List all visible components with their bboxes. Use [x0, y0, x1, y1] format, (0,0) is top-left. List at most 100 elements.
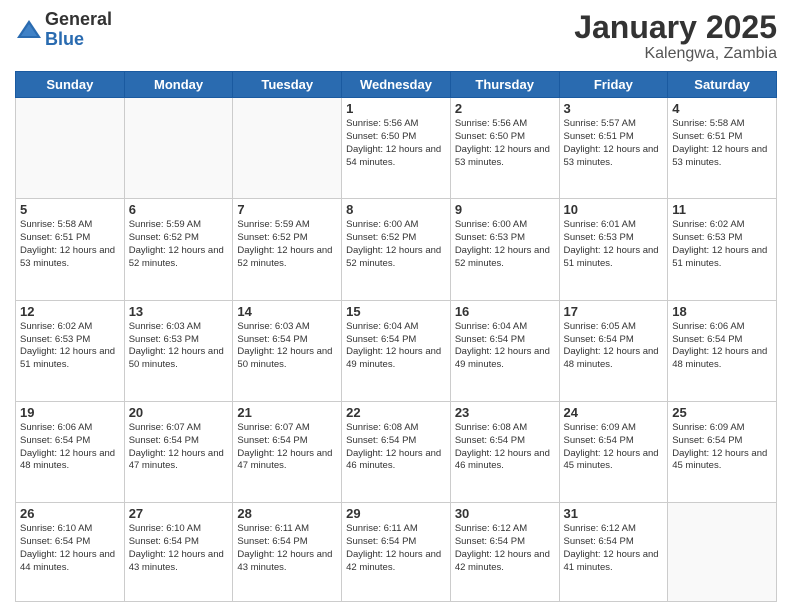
day-number: 11: [672, 202, 772, 217]
day-info: Sunrise: 6:03 AM Sunset: 6:54 PM Dayligh…: [237, 321, 337, 372]
day-cell: 16 Sunrise: 6:04 AM Sunset: 6:54 PM Dayli…: [450, 300, 559, 401]
day-cell: 3 Sunrise: 5:57 AM Sunset: 6:51 PM Daylig…: [559, 98, 668, 199]
day-info: Sunrise: 5:56 AM Sunset: 6:50 PM Dayligh…: [346, 118, 446, 169]
day-number: 12: [20, 304, 120, 319]
day-cell: 11Sunrise: 6:02 AM Sunset: 6:53 PM Dayli…: [668, 199, 777, 300]
day-cell: 12 Sunrise: 6:02 AM Sunset: 6:53 PM Dayli…: [16, 300, 125, 401]
day-number: 19: [20, 405, 120, 420]
day-info: Sunrise: 6:11 AM Sunset: 6:54 PM Dayligh…: [346, 523, 446, 574]
day-cell: 13 Sunrise: 6:03 AM Sunset: 6:53 PM Dayli…: [124, 300, 233, 401]
day-number: 13: [129, 304, 229, 319]
day-cell: 7Sunrise: 5:59 AM Sunset: 6:52 PM Daylig…: [233, 199, 342, 300]
weekday-header-tuesday: Tuesday: [233, 72, 342, 98]
title-area: January 2025 Kalengwa, Zambia: [574, 10, 777, 63]
day-info: Sunrise: 6:06 AM Sunset: 6:54 PM Dayligh…: [20, 422, 120, 473]
day-info: Sunrise: 6:11 AM Sunset: 6:54 PM Dayligh…: [237, 523, 337, 574]
logo: General Blue: [15, 10, 112, 50]
day-number: 5: [20, 202, 120, 217]
day-number: 31: [564, 506, 664, 521]
day-cell: 1 Sunrise: 5:56 AM Sunset: 6:50 PM Daylig…: [342, 98, 451, 199]
logo-icon: [15, 16, 43, 44]
day-number: 6: [129, 202, 229, 217]
day-info: Sunrise: 5:58 AM Sunset: 6:51 PM Dayligh…: [20, 219, 120, 270]
day-number: 9: [455, 202, 555, 217]
day-info: Sunrise: 6:07 AM Sunset: 6:54 PM Dayligh…: [237, 422, 337, 473]
day-cell: 26 Sunrise: 6:10 AM Sunset: 6:54 PM Dayli…: [16, 503, 125, 602]
day-number: 3: [564, 101, 664, 116]
week-row-2: 5 Sunrise: 5:58 AM Sunset: 6:51 PM Daylig…: [16, 199, 777, 300]
day-cell: 30Sunrise: 6:12 AM Sunset: 6:54 PM Dayli…: [450, 503, 559, 602]
day-number: 15: [346, 304, 446, 319]
day-info: Sunrise: 6:09 AM Sunset: 6:54 PM Dayligh…: [564, 422, 664, 473]
day-cell: [16, 98, 125, 199]
day-info: Sunrise: 5:59 AM Sunset: 6:52 PM Dayligh…: [237, 219, 337, 270]
day-number: 1: [346, 101, 446, 116]
day-number: 27: [129, 506, 229, 521]
day-number: 20: [129, 405, 229, 420]
day-number: 10: [564, 202, 664, 217]
day-cell: 4 Sunrise: 5:58 AM Sunset: 6:51 PM Daylig…: [668, 98, 777, 199]
day-cell: [124, 98, 233, 199]
day-info: Sunrise: 5:57 AM Sunset: 6:51 PM Dayligh…: [564, 118, 664, 169]
day-info: Sunrise: 6:10 AM Sunset: 6:54 PM Dayligh…: [129, 523, 229, 574]
day-info: Sunrise: 6:00 AM Sunset: 6:52 PM Dayligh…: [346, 219, 446, 270]
day-cell: 14Sunrise: 6:03 AM Sunset: 6:54 PM Dayli…: [233, 300, 342, 401]
day-info: Sunrise: 6:07 AM Sunset: 6:54 PM Dayligh…: [129, 422, 229, 473]
day-number: 24: [564, 405, 664, 420]
day-cell: 22Sunrise: 6:08 AM Sunset: 6:54 PM Dayli…: [342, 401, 451, 502]
day-info: Sunrise: 6:06 AM Sunset: 6:54 PM Dayligh…: [672, 321, 772, 372]
weekday-header-thursday: Thursday: [450, 72, 559, 98]
month-title: January 2025: [574, 10, 777, 45]
day-cell: [233, 98, 342, 199]
day-info: Sunrise: 5:58 AM Sunset: 6:51 PM Dayligh…: [672, 118, 772, 169]
day-cell: 25 Sunrise: 6:09 AM Sunset: 6:54 PM Dayli…: [668, 401, 777, 502]
weekday-header-sunday: Sunday: [16, 72, 125, 98]
day-info: Sunrise: 6:09 AM Sunset: 6:54 PM Dayligh…: [672, 422, 772, 473]
day-info: Sunrise: 6:02 AM Sunset: 6:53 PM Dayligh…: [20, 321, 120, 372]
day-cell: 24 Sunrise: 6:09 AM Sunset: 6:54 PM Dayli…: [559, 401, 668, 502]
day-cell: 21 Sunrise: 6:07 AM Sunset: 6:54 PM Dayli…: [233, 401, 342, 502]
weekday-header-monday: Monday: [124, 72, 233, 98]
day-cell: 6 Sunrise: 5:59 AM Sunset: 6:52 PM Daylig…: [124, 199, 233, 300]
day-number: 8: [346, 202, 446, 217]
location: Kalengwa, Zambia: [574, 45, 777, 63]
day-number: 25: [672, 405, 772, 420]
day-number: 16: [455, 304, 555, 319]
logo-text: General Blue: [45, 10, 112, 50]
day-cell: 19 Sunrise: 6:06 AM Sunset: 6:54 PM Dayli…: [16, 401, 125, 502]
day-info: Sunrise: 6:03 AM Sunset: 6:53 PM Dayligh…: [129, 321, 229, 372]
day-info: Sunrise: 6:08 AM Sunset: 6:54 PM Dayligh…: [346, 422, 446, 473]
day-number: 2: [455, 101, 555, 116]
day-cell: 23Sunrise: 6:08 AM Sunset: 6:54 PM Dayli…: [450, 401, 559, 502]
day-cell: 28 Sunrise: 6:11 AM Sunset: 6:54 PM Dayli…: [233, 503, 342, 602]
day-cell: 15Sunrise: 6:04 AM Sunset: 6:54 PM Dayli…: [342, 300, 451, 401]
day-info: Sunrise: 6:12 AM Sunset: 6:54 PM Dayligh…: [455, 523, 555, 574]
day-info: Sunrise: 6:12 AM Sunset: 6:54 PM Dayligh…: [564, 523, 664, 574]
day-number: 26: [20, 506, 120, 521]
header: General Blue January 2025 Kalengwa, Zamb…: [15, 10, 777, 63]
day-cell: 27 Sunrise: 6:10 AM Sunset: 6:54 PM Dayli…: [124, 503, 233, 602]
day-info: Sunrise: 6:01 AM Sunset: 6:53 PM Dayligh…: [564, 219, 664, 270]
day-number: 4: [672, 101, 772, 116]
day-cell: 8 Sunrise: 6:00 AM Sunset: 6:52 PM Daylig…: [342, 199, 451, 300]
week-row-3: 12 Sunrise: 6:02 AM Sunset: 6:53 PM Dayli…: [16, 300, 777, 401]
day-number: 18: [672, 304, 772, 319]
weekday-header-wednesday: Wednesday: [342, 72, 451, 98]
day-info: Sunrise: 6:10 AM Sunset: 6:54 PM Dayligh…: [20, 523, 120, 574]
day-info: Sunrise: 6:04 AM Sunset: 6:54 PM Dayligh…: [455, 321, 555, 372]
day-number: 28: [237, 506, 337, 521]
day-info: Sunrise: 5:56 AM Sunset: 6:50 PM Dayligh…: [455, 118, 555, 169]
day-info: Sunrise: 5:59 AM Sunset: 6:52 PM Dayligh…: [129, 219, 229, 270]
day-cell: 29Sunrise: 6:11 AM Sunset: 6:54 PM Dayli…: [342, 503, 451, 602]
day-info: Sunrise: 6:00 AM Sunset: 6:53 PM Dayligh…: [455, 219, 555, 270]
logo-blue-text: Blue: [45, 30, 112, 50]
day-cell: 2 Sunrise: 5:56 AM Sunset: 6:50 PM Daylig…: [450, 98, 559, 199]
logo-general-text: General: [45, 10, 112, 30]
day-cell: [668, 503, 777, 602]
day-cell: 10 Sunrise: 6:01 AM Sunset: 6:53 PM Dayli…: [559, 199, 668, 300]
day-cell: 17Sunrise: 6:05 AM Sunset: 6:54 PM Dayli…: [559, 300, 668, 401]
day-cell: 9 Sunrise: 6:00 AM Sunset: 6:53 PM Daylig…: [450, 199, 559, 300]
day-info: Sunrise: 6:08 AM Sunset: 6:54 PM Dayligh…: [455, 422, 555, 473]
day-number: 17: [564, 304, 664, 319]
day-number: 21: [237, 405, 337, 420]
